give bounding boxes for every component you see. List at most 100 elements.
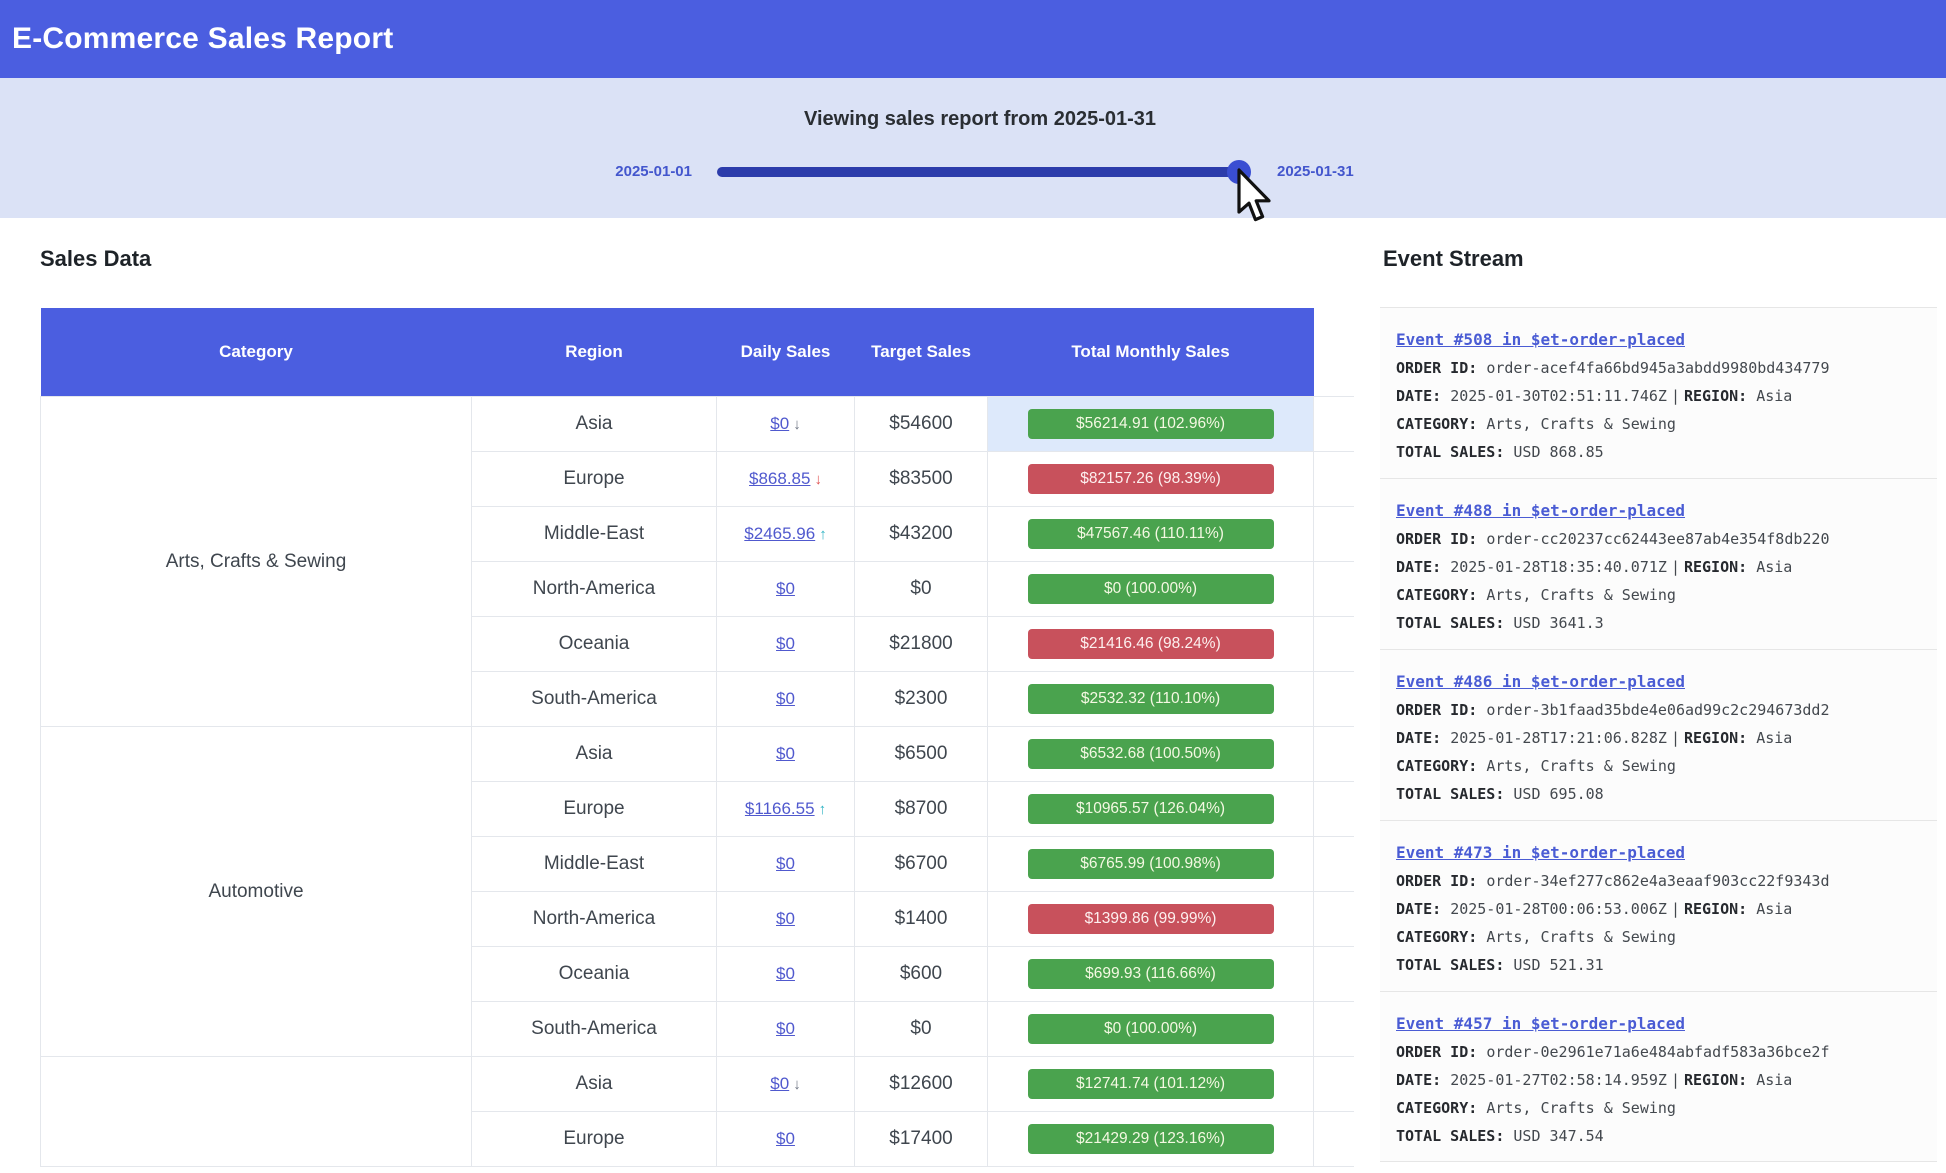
category-line: CATEGORY: Arts, Crafts & Sewing — [1396, 928, 1937, 947]
target-sales-cell: $21800 — [855, 617, 988, 672]
monthly-sales-cell: $82157.26 (98.39%) — [988, 452, 1314, 507]
monthly-sales-cell: $1399.86 (99.99%) — [988, 892, 1314, 947]
total-sales-label: TOTAL SALES: — [1396, 785, 1504, 803]
event-stream-list: Event #508 in $et-order-placed ORDER ID:… — [1380, 307, 1937, 1162]
category-line: CATEGORY: Arts, Crafts & Sewing — [1396, 586, 1937, 605]
order-id-line: ORDER ID: order-0e2961e71a6e484abfadf583… — [1396, 1043, 1937, 1062]
region-value: Asia — [1756, 558, 1792, 576]
category-line: CATEGORY: Arts, Crafts & Sewing — [1396, 1099, 1937, 1118]
spacer-cell — [1314, 1112, 1354, 1167]
daily-sales-link[interactable]: $0 — [776, 744, 795, 763]
daily-sales-cell: $0 — [717, 1112, 855, 1167]
date-slider-track[interactable] — [717, 167, 1243, 177]
date-region-line: DATE: 2025-01-28T17:21:06.828Z|REGION: A… — [1396, 729, 1937, 748]
date-slider-section: Viewing sales report from 2025-01-31 202… — [0, 78, 1946, 218]
table-row: Asia$0↓$12600$12741.74 (101.12%) — [41, 1057, 1354, 1112]
event-card: Event #488 in $et-order-placed ORDER ID:… — [1380, 478, 1937, 649]
region-cell: Asia — [472, 1057, 717, 1112]
event-link[interactable]: Event #473 in $et-order-placed — [1396, 843, 1685, 862]
monthly-sales-badge: $0 (100.00%) — [1028, 1014, 1274, 1044]
region-label: REGION: — [1684, 729, 1747, 747]
region-cell: Oceania — [472, 947, 717, 1002]
trend-down-icon: ↓ — [793, 1076, 801, 1093]
daily-sales-link[interactable]: $0 — [770, 1074, 789, 1093]
region-cell: Europe — [472, 782, 717, 837]
daily-sales-link[interactable]: $0 — [770, 414, 789, 433]
event-stream-heading: Event Stream — [1383, 246, 1524, 272]
event-card: Event #457 in $et-order-placed ORDER ID:… — [1380, 991, 1937, 1162]
daily-sales-link[interactable]: $2465.96 — [744, 524, 815, 543]
spacer-header — [1314, 308, 1354, 397]
mouse-cursor-icon — [1237, 168, 1279, 226]
daily-sales-cell: $0 — [717, 562, 855, 617]
monthly-sales-badge: $56214.91 (102.96%) — [1028, 409, 1274, 439]
monthly-sales-badge: $1399.86 (99.99%) — [1028, 904, 1274, 934]
target-sales-cell: $6700 — [855, 837, 988, 892]
category-cell: Automotive — [41, 727, 472, 1057]
event-link[interactable]: Event #508 in $et-order-placed — [1396, 330, 1685, 349]
total-sales-label: TOTAL SALES: — [1396, 956, 1504, 974]
monthly-sales-cell: $12741.74 (101.12%) — [988, 1057, 1314, 1112]
daily-sales-link[interactable]: $0 — [776, 579, 795, 598]
region-cell: Europe — [472, 1112, 717, 1167]
target-sales-cell: $0 — [855, 562, 988, 617]
daily-sales-cell: $0 — [717, 1002, 855, 1057]
monthly-sales-cell: $6765.99 (100.98%) — [988, 837, 1314, 892]
monthly-sales-badge: $699.93 (116.66%) — [1028, 959, 1274, 989]
spacer-cell — [1314, 727, 1354, 782]
event-card: Event #486 in $et-order-placed ORDER ID:… — [1380, 649, 1937, 820]
order-id-label: ORDER ID: — [1396, 872, 1477, 890]
daily-sales-link[interactable]: $0 — [776, 854, 795, 873]
daily-sales-link[interactable]: $0 — [776, 1129, 795, 1148]
trend-down-icon: ↓ — [814, 471, 822, 488]
date-region-line: DATE: 2025-01-27T02:58:14.959Z|REGION: A… — [1396, 1071, 1937, 1090]
spacer-cell — [1314, 892, 1354, 947]
event-link[interactable]: Event #488 in $et-order-placed — [1396, 501, 1685, 520]
date-value: 2025-01-28T18:35:40.071Z — [1450, 558, 1667, 576]
order-id-label: ORDER ID: — [1396, 701, 1477, 719]
spacer-cell — [1314, 397, 1354, 452]
order-id-label: ORDER ID: — [1396, 359, 1477, 377]
category-line: CATEGORY: Arts, Crafts & Sewing — [1396, 415, 1937, 434]
daily-sales-link[interactable]: $0 — [776, 634, 795, 653]
monthly-sales-cell: $21416.46 (98.24%) — [988, 617, 1314, 672]
date-label: DATE: — [1396, 1071, 1441, 1089]
sales-table-body: Arts, Crafts & SewingAsia$0↓$54600$56214… — [41, 397, 1354, 1167]
daily-sales-link[interactable]: $868.85 — [749, 469, 810, 488]
daily-sales-link[interactable]: $0 — [776, 1019, 795, 1038]
category-label: CATEGORY: — [1396, 757, 1477, 775]
slider-max-label: 2025-01-31 — [1277, 163, 1354, 180]
total-sales-value: USD 521.31 — [1513, 956, 1603, 974]
daily-sales-cell: $1166.55↑ — [717, 782, 855, 837]
sales-table: Category Region Daily Sales Target Sales… — [40, 308, 1354, 1167]
region-value: Asia — [1756, 1071, 1792, 1089]
category-label: CATEGORY: — [1396, 586, 1477, 604]
sales-data-heading: Sales Data — [40, 246, 151, 272]
monthly-sales-badge: $10965.57 (126.04%) — [1028, 794, 1274, 824]
daily-sales-cell: $0 — [717, 892, 855, 947]
region-cell: South-America — [472, 1002, 717, 1057]
target-sales-cell: $6500 — [855, 727, 988, 782]
spacer-cell — [1314, 672, 1354, 727]
daily-sales-link[interactable]: $0 — [776, 689, 795, 708]
pipe-separator: | — [1671, 387, 1680, 405]
daily-sales-link[interactable]: $0 — [776, 909, 795, 928]
category-cell: Arts, Crafts & Sewing — [41, 397, 472, 727]
column-header-category: Category — [41, 308, 472, 397]
category-label: CATEGORY: — [1396, 415, 1477, 433]
category-label: CATEGORY: — [1396, 928, 1477, 946]
event-link[interactable]: Event #457 in $et-order-placed — [1396, 1014, 1685, 1033]
region-value: Asia — [1756, 900, 1792, 918]
monthly-sales-cell: $0 (100.00%) — [988, 562, 1314, 617]
target-sales-cell: $600 — [855, 947, 988, 1002]
daily-sales-link[interactable]: $1166.55 — [745, 799, 815, 818]
date-label: DATE: — [1396, 558, 1441, 576]
target-sales-cell: $2300 — [855, 672, 988, 727]
monthly-sales-badge: $6765.99 (100.98%) — [1028, 849, 1274, 879]
daily-sales-link[interactable]: $0 — [776, 964, 795, 983]
date-value: 2025-01-28T17:21:06.828Z — [1450, 729, 1667, 747]
category-value: Arts, Crafts & Sewing — [1486, 928, 1676, 946]
event-link[interactable]: Event #486 in $et-order-placed — [1396, 672, 1685, 691]
monthly-sales-badge: $21416.46 (98.24%) — [1028, 629, 1274, 659]
total-sales-label: TOTAL SALES: — [1396, 1127, 1504, 1145]
